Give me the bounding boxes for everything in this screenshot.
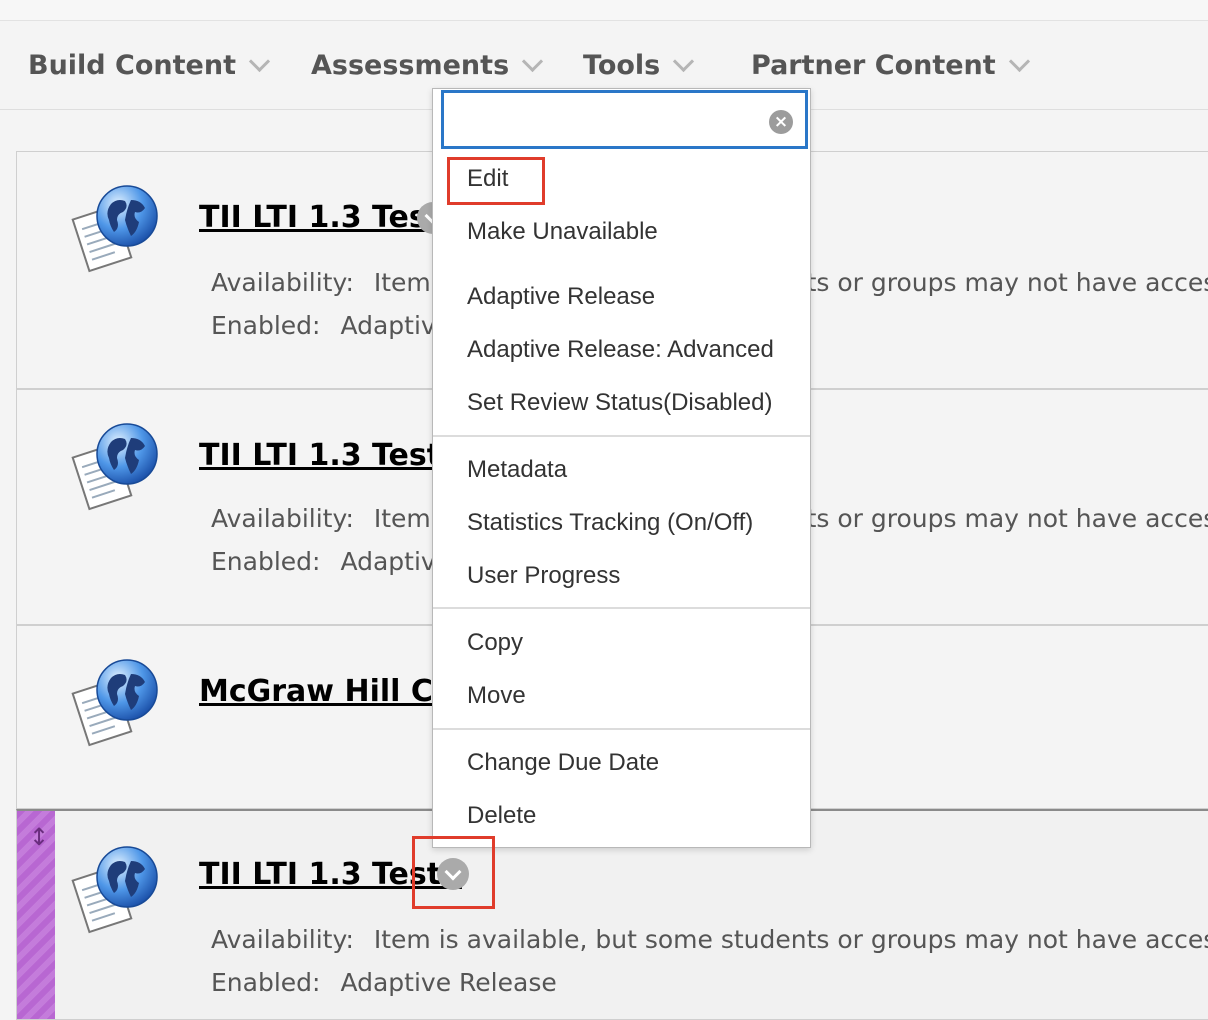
drag-handle[interactable]: ↕ <box>17 811 55 1019</box>
menu-build-content-label: Build Content <box>28 49 236 81</box>
item-title-link[interactable]: TII LTI 1.3 Test2 <box>199 438 462 473</box>
menu-separator <box>433 728 810 730</box>
menu-item-statistics-tracking[interactable]: Statistics Tracking (On/Off) <box>467 509 753 537</box>
annotation-highlight-chevron <box>412 836 495 909</box>
item-title-link[interactable]: McGraw Hill Ch <box>199 674 454 709</box>
chevron-down-icon <box>673 50 695 72</box>
enabled-label: Enabled: <box>211 968 321 997</box>
chevron-down-icon <box>1008 50 1030 72</box>
availability-value: Item is available, but some students or … <box>373 925 1208 954</box>
menu-item-metadata[interactable]: Metadata <box>467 456 567 484</box>
menu-tools-label: Tools <box>583 49 661 81</box>
enabled-label: Enabled: <box>211 547 321 576</box>
enabled-row: Enabled: Adaptive Release <box>211 968 557 997</box>
availability-label: Availability: <box>211 925 354 954</box>
menu-item-adaptive-release[interactable]: Adaptive Release <box>467 283 655 311</box>
menu-build-content[interactable]: Build Content <box>28 47 271 83</box>
availability-label: Availability: <box>211 268 354 297</box>
drag-arrow-icon: ↕ <box>29 823 50 851</box>
menu-separator <box>433 435 810 437</box>
availability-row: Availability: Item is available, but some… <box>211 925 1208 954</box>
menu-item-copy[interactable]: Copy <box>467 629 523 657</box>
menu-item-set-review-status[interactable]: Set Review Status(Disabled) <box>467 389 772 417</box>
menu-assessments-label: Assessments <box>311 49 510 81</box>
globe-document-icon <box>71 420 163 512</box>
menu-partner-content-label: Partner Content <box>751 49 996 81</box>
filter-input[interactable] <box>450 99 764 141</box>
menu-item-move[interactable]: Move <box>467 682 526 710</box>
menu-separator <box>433 607 810 609</box>
globe-document-icon <box>71 182 163 274</box>
menu-assessments[interactable]: Assessments <box>311 47 544 83</box>
menu-partner-content[interactable]: Partner Content <box>751 47 1030 83</box>
filter-box: × <box>441 90 808 149</box>
enabled-label: Enabled: <box>211 311 321 340</box>
item-title-link[interactable]: TII LTI 1.3 Test <box>199 200 441 235</box>
menu-item-delete[interactable]: Delete <box>467 802 536 830</box>
globe-document-icon <box>71 656 163 748</box>
top-strip <box>0 0 1208 21</box>
availability-label: Availability: <box>211 504 354 533</box>
menu-tools[interactable]: Tools <box>583 47 695 83</box>
chevron-down-icon <box>522 50 544 72</box>
annotation-highlight-edit <box>447 157 545 205</box>
enabled-value: Adaptive Release <box>340 968 557 997</box>
menu-item-user-progress[interactable]: User Progress <box>467 562 620 590</box>
menu-item-make-unavailable[interactable]: Make Unavailable <box>467 218 658 246</box>
menu-item-adaptive-release-advanced[interactable]: Adaptive Release: Advanced <box>467 336 774 364</box>
globe-document-icon <box>71 843 163 935</box>
clear-icon[interactable]: × <box>769 110 793 134</box>
chevron-down-icon <box>248 50 271 72</box>
menu-item-change-due-date[interactable]: Change Due Date <box>467 749 659 777</box>
